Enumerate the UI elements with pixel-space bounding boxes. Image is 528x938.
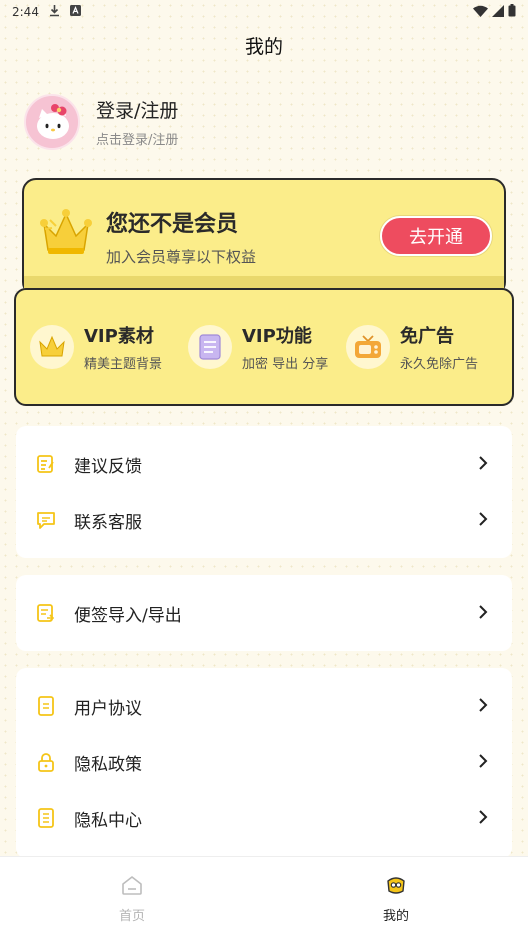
- hello-kitty-avatar-icon: [26, 96, 78, 148]
- benefit-title: VIP功能: [242, 326, 312, 347]
- tab-label: 首页: [118, 909, 145, 924]
- vip-subtitle: 加入会员尊享以下权益: [106, 248, 257, 266]
- mine-icon: [385, 875, 407, 899]
- benefit-no-ads[interactable]: 免广告 永久免除广告: [346, 322, 504, 372]
- menu-label: 联系客服: [74, 512, 142, 533]
- profile-subtitle: 点击登录/注册: [96, 133, 179, 148]
- tv-icon: [346, 325, 390, 369]
- download-icon: [49, 4, 60, 20]
- benefit-vip-materials[interactable]: VIP素材 精美主题背景: [30, 322, 188, 372]
- crown-icon: [38, 206, 94, 262]
- signal-icon: [492, 4, 504, 20]
- menu-label: 隐私政策: [74, 754, 142, 775]
- open-vip-button[interactable]: 去开通: [380, 216, 492, 256]
- vip-title: 您还不是会员: [106, 212, 239, 237]
- chevron-right-icon: [478, 511, 488, 531]
- menu-card-support: 建议反馈 联系客服: [16, 426, 512, 558]
- menu-label: 建议反馈: [74, 456, 142, 477]
- benefit-subtitle: 精美主题背景: [84, 357, 163, 372]
- bottom-tab-bar: 首页 我的: [0, 856, 528, 938]
- crown-icon: [30, 325, 74, 369]
- menu-item-feedback[interactable]: 建议反馈: [16, 436, 512, 492]
- chevron-right-icon: [478, 809, 488, 829]
- status-bar: 2:44: [0, 0, 528, 24]
- vip-benefits-panel: VIP素材 精美主题背景 VIP功能 加密 导出 分享 免广告 永久免除广告: [14, 288, 514, 406]
- benefit-title: VIP素材: [84, 326, 154, 347]
- lock-icon: [36, 752, 56, 772]
- wifi-icon: [473, 5, 488, 20]
- menu-item-privacy-policy[interactable]: 隐私政策: [16, 734, 512, 790]
- tab-label: 我的: [382, 909, 409, 924]
- tab-mine[interactable]: 我的: [264, 857, 528, 938]
- menu-label: 用户协议: [74, 698, 142, 719]
- tab-home[interactable]: 首页: [0, 857, 264, 938]
- home-icon: [121, 875, 143, 899]
- menu-item-contact-support[interactable]: 联系客服: [16, 492, 512, 548]
- import-export-icon: [36, 603, 56, 623]
- benefit-subtitle: 加密 导出 分享: [242, 357, 329, 372]
- page-title: 我的: [244, 36, 283, 58]
- document-icon: [36, 696, 56, 716]
- menu-card-legal: 用户协议 隐私政策 隐私中心: [16, 668, 512, 858]
- menu-item-privacy-center[interactable]: 隐私中心: [16, 790, 512, 846]
- list-icon: [36, 808, 56, 828]
- menu-item-import-export[interactable]: 便签导入/导出: [16, 585, 512, 641]
- battery-icon: [508, 4, 516, 20]
- chevron-right-icon: [478, 604, 488, 624]
- avatar[interactable]: [24, 94, 80, 150]
- chevron-right-icon: [478, 455, 488, 475]
- chat-icon: [36, 510, 56, 530]
- profile-name[interactable]: 登录/注册: [96, 96, 178, 123]
- menu-label: 便签导入/导出: [74, 605, 182, 626]
- feedback-icon: [36, 454, 56, 474]
- notification-a-icon: [69, 5, 81, 19]
- menu-card-notes: 便签导入/导出: [16, 575, 512, 651]
- chevron-right-icon: [478, 697, 488, 717]
- benefit-subtitle: 永久免除广告: [400, 357, 479, 372]
- status-time: 2:44: [12, 5, 39, 19]
- benefit-title: 免广告: [400, 326, 454, 347]
- benefit-vip-features[interactable]: VIP功能 加密 导出 分享: [188, 322, 346, 372]
- chevron-right-icon: [478, 753, 488, 773]
- profile-login-entry[interactable]: 登录/注册 点击登录/注册: [24, 94, 178, 150]
- menu-item-user-agreement[interactable]: 用户协议: [16, 678, 512, 734]
- notebook-icon: [188, 325, 232, 369]
- menu-label: 隐私中心: [74, 810, 142, 831]
